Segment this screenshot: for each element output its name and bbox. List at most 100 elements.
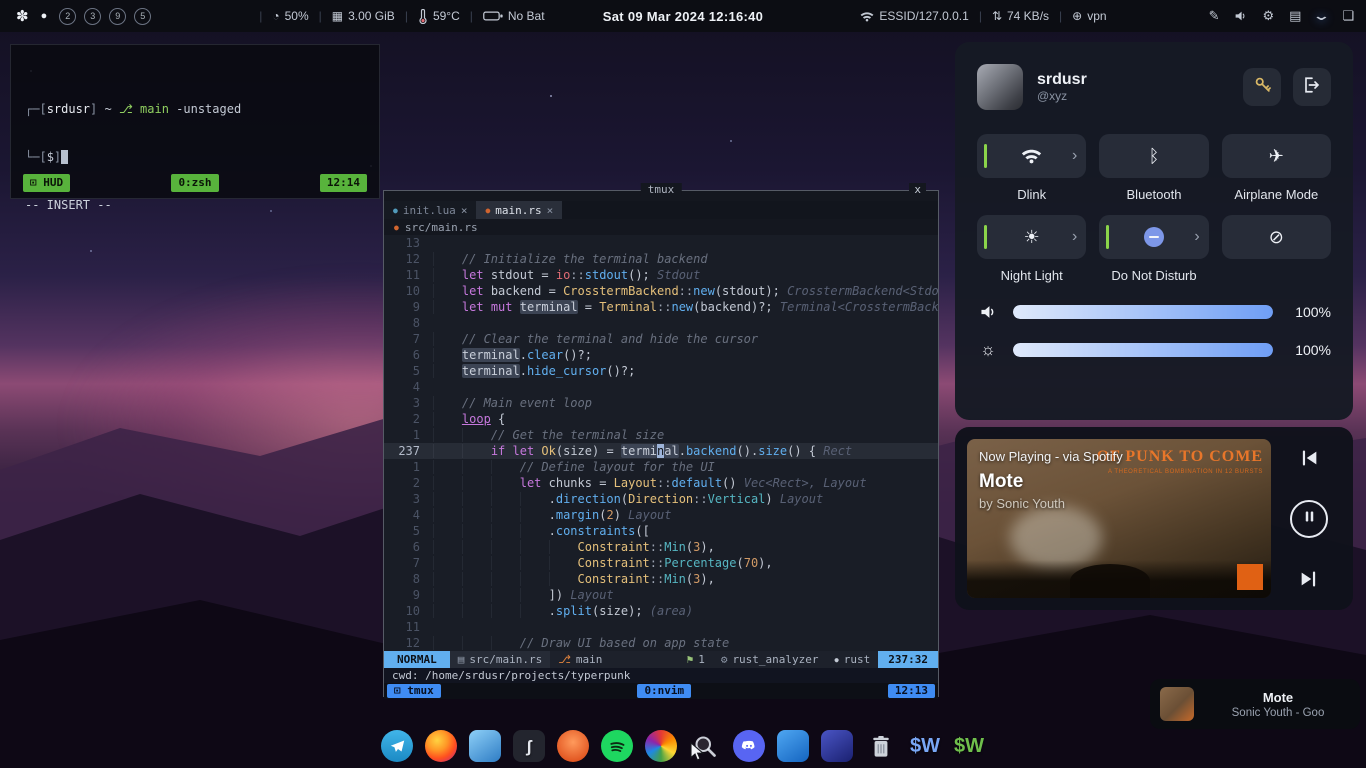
statusline-file: src/main.rs [469, 653, 542, 666]
tab-label: init.lua [403, 204, 456, 217]
vpn-widget[interactable]: ⊕ vpn [1072, 9, 1106, 23]
control-center-panel: srdusr @xyz ›DlinkᛒBluetooth✈Airplane Mo… [955, 42, 1353, 420]
workspace-2[interactable]: 2 [59, 8, 76, 25]
workspace-current-icon[interactable]: ● [41, 10, 48, 22]
blocked-icon: ⊘ [1269, 227, 1284, 248]
volume-slider-row: 100% [977, 304, 1331, 320]
cpu-widget[interactable]: ◔ 50% [272, 9, 308, 23]
ghostty-icon[interactable]: ʃ [512, 729, 546, 763]
separator: | [319, 9, 322, 23]
tab-label: main.rs [495, 204, 541, 217]
next-track-button[interactable] [1298, 568, 1320, 590]
diff-count: 1 [698, 653, 705, 666]
keyring-button[interactable] [1243, 68, 1281, 106]
separator: | [470, 9, 473, 23]
hud-clock-badge: 12:14 [320, 174, 367, 192]
battery-widget[interactable]: No Bat [483, 9, 545, 23]
indigo-app-icon[interactable] [820, 729, 854, 763]
ram-icon: ▦ [332, 9, 343, 23]
discord-icon[interactable] [732, 729, 766, 763]
cpu-value: 50% [285, 9, 309, 23]
battery-icon [483, 10, 503, 22]
toggle-label: Bluetooth [1127, 187, 1182, 203]
code-line: 12 // Initialize the terminal backend [384, 251, 938, 267]
tmux-window-badge[interactable]: 0:nvim [637, 684, 691, 698]
previous-track-button[interactable] [1298, 447, 1320, 469]
code-line: 237 if let Ok(size) = terminal.backend()… [384, 443, 938, 459]
clipboard-icon[interactable]: ▤ [1289, 8, 1301, 24]
workspace-9[interactable]: 9 [109, 8, 126, 25]
gear-icon[interactable]: ⚙ [1262, 8, 1274, 24]
updown-arrows-icon: ⇅ [992, 9, 1002, 23]
git-branch-name: main [576, 653, 603, 666]
toggle-bluetooth[interactable]: ᛒ [1099, 134, 1208, 178]
vscode-icon[interactable] [776, 729, 810, 763]
window-title: tmux [641, 183, 682, 196]
media-notification[interactable]: Mote Sonic Youth - Goo [1150, 679, 1360, 729]
dollar-w-blue-icon[interactable]: $W [908, 729, 942, 763]
control-center-chevron-icon[interactable]: ⌄ [1313, 8, 1332, 24]
pause-button[interactable] [1290, 500, 1328, 538]
separator: | [979, 9, 982, 23]
toggle-blocked[interactable]: ⊘ [1222, 215, 1331, 259]
avatar[interactable] [977, 64, 1023, 110]
brightness-value: 100% [1287, 342, 1331, 358]
quick-toggles-grid: ›DlinkᛒBluetooth✈Airplane Mode☀›Night Li… [977, 134, 1331, 284]
trash-icon[interactable] [864, 729, 898, 763]
notification-subtitle: Sonic Youth - Goo [1206, 707, 1350, 719]
album-art: OF PUNK TO COME A THEORETICAL BOMBINATIO… [967, 439, 1271, 598]
toggle-night-light[interactable]: ☀› [977, 215, 1086, 259]
netspeed-value: 74 KB/s [1007, 9, 1049, 23]
buffer-tab-init.lua[interactable]: ●init.lua× [384, 201, 476, 219]
shell-prompt-line1: ┌─[srdusr] ~ ⎇ main -unstaged [25, 101, 365, 117]
logo-icon[interactable]: ✽ [16, 7, 29, 25]
code-line: 6 Constraint::Min(3), [384, 539, 938, 555]
tmux-clock-badge: 12:13 [888, 684, 935, 698]
workspace-5[interactable]: 5 [134, 8, 151, 25]
topbar: ✽ ● 2395 | ◔ 50% | ▦ 3.00 GiB | 59°C | N… [0, 0, 1366, 32]
netspeed-widget[interactable]: ⇅ 74 KB/s [992, 9, 1049, 23]
notification-album-thumb [1160, 687, 1194, 721]
code-area[interactable]: 1312 // Initialize the terminal backend1… [384, 235, 938, 651]
separator: | [1059, 9, 1062, 23]
orange-app-icon[interactable] [556, 729, 590, 763]
firefox-icon[interactable] [424, 729, 458, 763]
night-light-icon: ☀ [1024, 227, 1040, 248]
tmux-window[interactable]: tmux x ●init.lua×●main.rs× ● src/main.rs… [383, 190, 939, 697]
toggle-do-not-disturb[interactable]: › [1099, 215, 1208, 259]
code-line: 9 ]) Layout [384, 587, 938, 603]
toggle-airplane-mode[interactable]: ✈ [1222, 134, 1331, 178]
temperature-widget[interactable]: 59°C [418, 9, 460, 24]
buffer-tab-main.rs[interactable]: ● main.rs × [476, 201, 562, 219]
filetype-icon: ● [485, 206, 490, 215]
tab-close-icon[interactable]: × [461, 204, 468, 217]
close-icon[interactable]: x [909, 183, 926, 196]
volume-slider[interactable] [1013, 305, 1273, 319]
hud-terminal-window[interactable]: ┌─[srdusr] ~ ⎇ main -unstaged └─[$] -- I… [10, 44, 380, 199]
tab-close-icon[interactable]: × [547, 204, 554, 217]
brightness-icon: ☼ [977, 340, 999, 360]
logout-button[interactable] [1293, 68, 1331, 106]
code-line: 11 [384, 619, 938, 635]
speaker-icon[interactable] [1234, 10, 1247, 22]
brightness-slider[interactable] [1013, 343, 1273, 357]
username: srdusr [1037, 71, 1087, 89]
dollar-w-green-icon[interactable]: $W [952, 729, 986, 763]
edit-icon[interactable]: ✎ [1209, 8, 1220, 24]
network-value: ESSID/127.0.0.1 [879, 9, 968, 23]
network-widget[interactable]: ESSID/127.0.0.1 [860, 9, 968, 23]
ram-widget[interactable]: ▦ 3.00 GiB [332, 9, 395, 23]
workspace-3[interactable]: 3 [84, 8, 101, 25]
toggle-dlink[interactable]: › [977, 134, 1086, 178]
telegram-icon[interactable] [380, 729, 414, 763]
shell-vi-mode: -- INSERT -- [25, 197, 365, 213]
tmux-session-badge[interactable]: ⊡ tmux [387, 684, 441, 698]
qutebrowser-icon[interactable] [468, 729, 502, 763]
spotify-icon[interactable] [600, 729, 634, 763]
screen-layout-icon[interactable]: ❏ [1342, 8, 1354, 24]
clock[interactable]: Sat 09 Mar 2024 12:16:40 [603, 9, 763, 24]
notification-title: Mote [1206, 690, 1350, 705]
color-wheel-app-icon[interactable] [644, 729, 678, 763]
cpu-gauge-icon: ◔ [272, 9, 279, 23]
code-line: 6 terminal.clear()?; [384, 347, 938, 363]
